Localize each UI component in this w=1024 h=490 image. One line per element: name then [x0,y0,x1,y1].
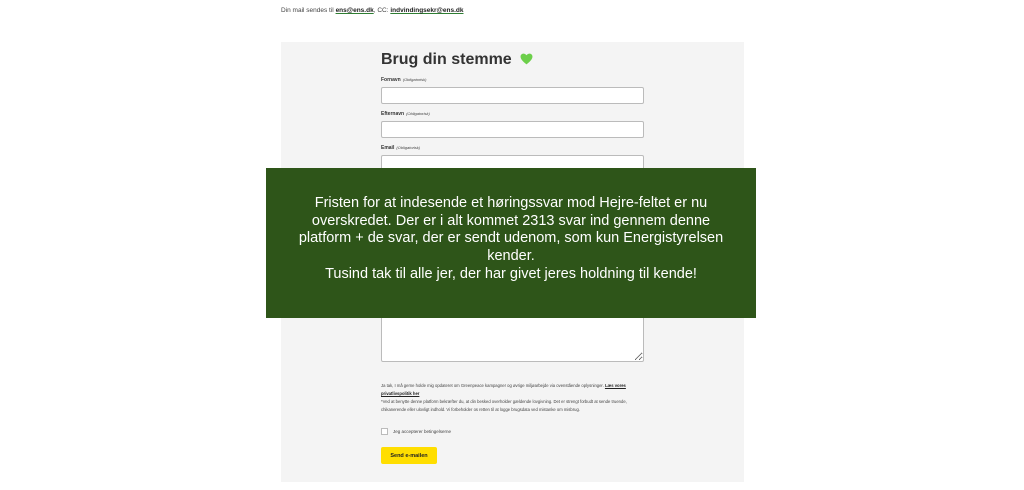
required-note: (Obligatorisk) [402,77,427,82]
form-title-text: Brug din stemme [381,51,512,68]
cc-label: , CC: [373,7,389,14]
deadline-passed-overlay: Fristen for at indesende et høringssvar … [266,168,756,318]
cc-email-link[interactable]: indvindingsekr@ens.dk [390,7,463,14]
required-note: (Obligatorisk) [396,145,421,150]
send-email-button[interactable]: Send e-mailen [381,447,437,464]
lastname-label-text: Efternavn [381,111,405,117]
disclaimer-text: *Ved at benytte denne platform bekræfter… [381,399,627,412]
overlay-message: Fristen for at indesende et høringssvar … [298,195,724,264]
overlay-thanks: Tusind tak til alle jer, der har givet j… [325,266,697,282]
firstname-input[interactable] [381,87,644,104]
required-note: (Obligatorisk) [406,111,430,116]
firstname-label-text: Fornavn [381,77,401,83]
mail-info-prefix: Din mail sendes til [281,7,334,14]
consent-text: Ja tak, I må gerne holde mig opdateret o… [381,383,604,388]
lastname-label: Efternavn (Obligatorisk) [381,111,430,117]
email-label: Email (Obligatorisk) [381,145,420,151]
green-heart-icon [520,53,533,65]
consent-text-block: Ja tak, I må gerne holde mig opdateret o… [381,382,644,414]
firstname-label: Fornavn (Obligatorisk) [381,77,427,83]
email-label-text: Email [381,145,395,151]
mail-recipient-info: Din mail sendes til ens@ens.dk, CC: indv… [281,7,464,14]
terms-checkbox-label: Jeg accepterer betingelserne [393,429,452,434]
terms-checkbox[interactable] [381,428,388,435]
lastname-input[interactable] [381,121,644,138]
recipient-email-link[interactable]: ens@ens.dk [336,7,374,14]
message-textarea[interactable] [381,316,644,362]
terms-checkbox-row[interactable]: Jeg accepterer betingelserne [381,428,451,435]
form-title: Brug din stemme [381,51,533,69]
